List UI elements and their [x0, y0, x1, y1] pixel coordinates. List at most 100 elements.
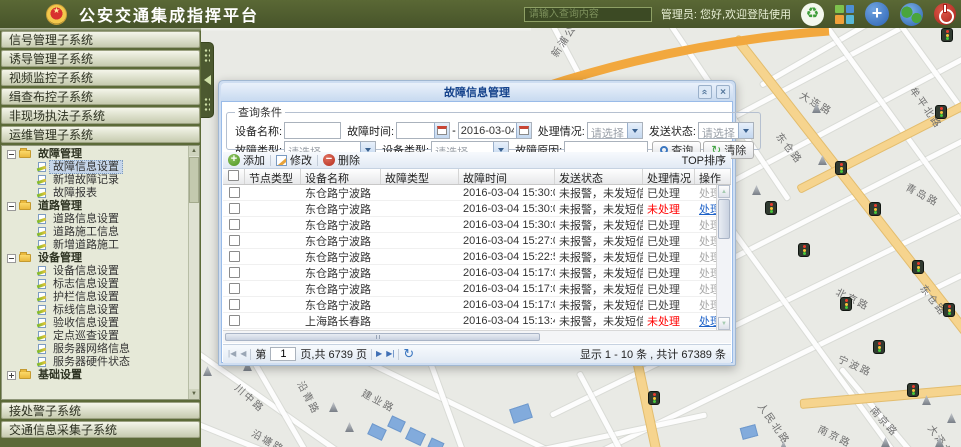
- tree-item[interactable]: 定点巡查设置: [4, 330, 187, 342]
- column-fault-time[interactable]: 故障时间: [459, 169, 555, 184]
- sidebar-section[interactable]: 缉查布控子系统: [1, 88, 200, 105]
- tree-item[interactable]: 设备信息设置: [4, 265, 187, 277]
- table-row[interactable]: 东仓路宁波路 2016-03-04 15:17:01 未报警，未发短信 已处理 …: [223, 297, 731, 313]
- send-status-select[interactable]: 请选择: [698, 122, 754, 139]
- row-checkbox[interactable]: [229, 203, 240, 214]
- row-checkbox[interactable]: [229, 187, 240, 198]
- row-checkbox[interactable]: [229, 267, 240, 278]
- window-close-icon[interactable]: ×: [716, 85, 730, 99]
- tree-item[interactable]: 服务器网络信息: [4, 343, 187, 355]
- traffic-light-marker-icon[interactable]: [907, 383, 919, 397]
- tree-item[interactable]: 标线信息设置: [4, 304, 187, 316]
- prev-page-button[interactable]: ◀: [240, 349, 246, 359]
- scrollbar-thumb[interactable]: [189, 157, 199, 203]
- table-row[interactable]: 东仓路宁波路 2016-03-04 15:30:00 未报警，未发短信 已处理 …: [223, 185, 731, 201]
- sidebar-section[interactable]: 视频监控子系统: [1, 69, 200, 86]
- table-row[interactable]: 上海路长春路 2016-03-04 15:13:45 未报警，未发短信 未处理 …: [223, 313, 731, 329]
- tree-item[interactable]: 故障管理: [4, 148, 187, 160]
- tree-item[interactable]: 新增故障记录: [4, 174, 187, 186]
- tree-scrollbar[interactable]: ▲ ▼: [188, 146, 199, 399]
- table-row[interactable]: 东仓路宁波路 2016-03-04 15:17:01 未报警，未发短信 已处理 …: [223, 281, 731, 297]
- tree-toggle-icon[interactable]: [7, 254, 16, 263]
- tree-item[interactable]: 故障报表: [4, 187, 187, 199]
- sidebar-section[interactable]: 交通信息采集子系统: [1, 421, 200, 438]
- row-checkbox[interactable]: [229, 299, 240, 310]
- fault-time-from-input[interactable]: [397, 123, 434, 138]
- global-search-input[interactable]: [524, 7, 652, 22]
- tree-item[interactable]: 护栏信息设置: [4, 291, 187, 303]
- top-sort-control[interactable]: TOP排序: [682, 152, 726, 168]
- traffic-light-marker-icon[interactable]: [912, 260, 924, 274]
- traffic-light-marker-icon[interactable]: [798, 243, 810, 257]
- tree-item[interactable]: 服务器硬件状态: [4, 356, 187, 368]
- add-button[interactable]: + 添加: [228, 152, 265, 168]
- traffic-light-marker-icon[interactable]: [873, 340, 885, 354]
- power-logout-icon[interactable]: [934, 3, 956, 25]
- scrollbar-thumb[interactable]: [718, 199, 730, 239]
- traffic-light-marker-icon[interactable]: [943, 303, 955, 317]
- traffic-light-marker-icon[interactable]: [648, 391, 660, 405]
- row-checkbox[interactable]: [229, 219, 240, 230]
- fault-time-to-input[interactable]: [459, 123, 516, 138]
- tree-item[interactable]: 故障信息设置: [4, 161, 187, 173]
- sidebar-section[interactable]: 非现场执法子系统: [1, 107, 200, 124]
- refresh-recycle-icon[interactable]: ♻: [801, 3, 824, 26]
- tree-toggle-icon[interactable]: [7, 202, 16, 211]
- apps-grid-icon[interactable]: [835, 5, 854, 24]
- table-row[interactable]: 东仓路宁波路 2016-03-04 15:17:01 未报警，未发短信 已处理 …: [223, 265, 731, 281]
- camera-marker-icon[interactable]: [946, 413, 957, 423]
- scrollbar-thumb[interactable]: [225, 333, 540, 341]
- scroll-up-arrow-icon[interactable]: ▲: [718, 185, 730, 198]
- window-collapse-icon[interactable]: «: [698, 85, 712, 99]
- sidebar-section[interactable]: 诱导管理子系统: [1, 50, 200, 67]
- handle-status-select[interactable]: 请选择: [587, 122, 643, 139]
- calendar-icon[interactable]: [434, 123, 449, 138]
- row-checkbox[interactable]: [229, 283, 240, 294]
- tree-item[interactable]: 设备管理: [4, 252, 187, 264]
- camera-marker-icon[interactable]: [344, 422, 355, 432]
- row-checkbox[interactable]: [229, 251, 240, 262]
- scroll-up-arrow-icon[interactable]: ▲: [189, 146, 199, 156]
- traffic-light-marker-icon[interactable]: [941, 28, 953, 42]
- globe-map-icon[interactable]: [900, 3, 923, 26]
- select-all-checkbox[interactable]: [228, 170, 239, 181]
- sidebar-collapse-handle[interactable]: [201, 42, 214, 118]
- first-page-button[interactable]: |◀: [228, 349, 236, 359]
- scroll-down-arrow-icon[interactable]: ▼: [718, 317, 730, 330]
- device-name-input[interactable]: [284, 122, 341, 139]
- traffic-light-marker-icon[interactable]: [840, 297, 852, 311]
- column-processing[interactable]: 处理情况: [643, 169, 695, 184]
- tree-toggle-icon[interactable]: [7, 371, 16, 380]
- camera-marker-icon[interactable]: [202, 366, 213, 376]
- tree-item[interactable]: 道路信息设置: [4, 213, 187, 225]
- traffic-light-marker-icon[interactable]: [869, 202, 881, 216]
- column-device-name[interactable]: 设备名称: [301, 169, 381, 184]
- window-titlebar[interactable]: 故障信息管理 « ×: [221, 83, 733, 101]
- refresh-icon[interactable]: ↻: [403, 348, 414, 360]
- tree-item[interactable]: 标志信息设置: [4, 278, 187, 290]
- edit-button[interactable]: 修改: [276, 152, 312, 168]
- table-row[interactable]: 东仓路宁波路 2016-03-04 15:30:00 未报警，未发短信 已处理 …: [223, 217, 731, 233]
- table-row[interactable]: 东仓路宁波路 2016-03-04 15:30:00 未报警，未发短信 未处理 …: [223, 201, 731, 217]
- next-page-button[interactable]: ▶: [376, 349, 382, 359]
- tree-item[interactable]: 验收信息设置: [4, 317, 187, 329]
- sidebar-section[interactable]: 信号管理子系统: [1, 31, 200, 48]
- page-number-input[interactable]: [270, 347, 296, 361]
- table-vertical-scrollbar[interactable]: ▲ ▼: [716, 185, 731, 330]
- add-plus-icon[interactable]: +: [865, 2, 889, 26]
- calendar-icon[interactable]: [516, 123, 531, 138]
- row-checkbox[interactable]: [229, 235, 240, 246]
- delete-button[interactable]: − 删除: [323, 152, 360, 168]
- table-row[interactable]: 东仓路宁波路 2016-03-04 15:27:00 未报警，未发短信 已处理 …: [223, 233, 731, 249]
- tree-item[interactable]: 基础设置: [4, 369, 187, 381]
- table-horizontal-scrollbar[interactable]: [223, 330, 731, 343]
- column-node-type[interactable]: 节点类型: [245, 169, 301, 184]
- tree-item[interactable]: 道路施工信息: [4, 226, 187, 238]
- camera-marker-icon[interactable]: [328, 402, 339, 412]
- column-fault-type[interactable]: 故障类型: [381, 169, 459, 184]
- row-checkbox[interactable]: [229, 315, 240, 326]
- scroll-down-arrow-icon[interactable]: ▼: [189, 389, 199, 399]
- chevron-down-icon[interactable]: [627, 123, 642, 138]
- sidebar-section[interactable]: 运维管理子系统: [1, 126, 200, 143]
- tree-item[interactable]: 新增道路施工: [4, 239, 187, 251]
